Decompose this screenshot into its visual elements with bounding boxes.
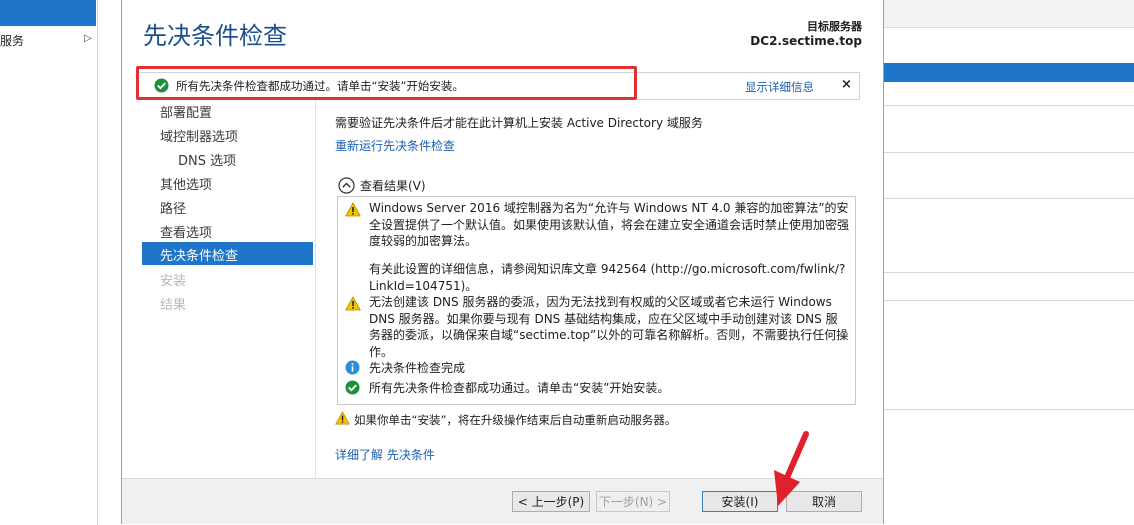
nav-item-dc-options[interactable]: 域控制器选项 (160, 126, 238, 145)
divider (882, 272, 1134, 273)
target-server-label: 目标服务器 (807, 20, 862, 33)
close-icon[interactable]: × (841, 77, 852, 92)
success-icon (345, 380, 360, 398)
nav-item-label: 先决条件检查 (160, 249, 239, 264)
right-pane-selected-band[interactable] (882, 63, 1134, 82)
annotation-highlight-box (136, 66, 637, 100)
nav-item-review-options[interactable]: 查看选项 (160, 222, 212, 241)
left-pane-selected-item[interactable] (0, 0, 96, 26)
result-message: 所有先决条件检查都成功通过。请单击“安装”开始安装。 (369, 381, 670, 395)
nav-item-results: 结果 (160, 298, 187, 313)
nav-item-additional-options[interactable]: 其他选项 (160, 174, 212, 193)
divider (882, 409, 1134, 410)
restart-warning-text: 如果你单击“安装”，将在升级操作结束后自动重新启动服务器。 (354, 413, 677, 427)
show-details-link[interactable]: 显示详细信息 (745, 79, 814, 95)
nav-item-deployment-config[interactable]: 部署配置 (160, 102, 212, 121)
previous-button[interactable]: < 上一步(P) (512, 491, 590, 512)
warning-icon (345, 296, 361, 314)
info-icon (345, 360, 360, 378)
nav-item-prerequisites-check[interactable]: 先决条件检查 (142, 242, 313, 265)
annotation-arrow-icon (774, 431, 809, 506)
divider (882, 152, 1134, 153)
nav-divider (315, 100, 316, 478)
divider (882, 198, 1134, 199)
nav-item-paths[interactable]: 路径 (160, 198, 186, 217)
result-message: 先决条件检查完成 (369, 361, 466, 375)
chevron-right-icon: ▷ (84, 33, 92, 44)
intro-text: 需要验证先决条件后才能在此计算机上安装 Active Directory 域服务 (335, 116, 703, 130)
nav-item-installation: 安装 (160, 274, 187, 289)
results-list: Windows Server 2016 域控制器为名为“允许与 Windows … (337, 196, 856, 405)
learn-more-link[interactable]: 详细了解 先决条件 (335, 446, 435, 463)
result-message: 有关此设置的详细信息，请参阅知识库文章 942564 (http://go.mi… (369, 262, 846, 293)
left-pane-services-label: 服务 (0, 34, 25, 48)
server-manager-left-pane: 服务 ▷ (0, 0, 98, 525)
divider (882, 105, 1134, 106)
server-manager-right-pane (882, 0, 1134, 525)
nav-item-dns-options[interactable]: DNS 选项 (178, 150, 236, 169)
view-results-label[interactable]: 查看结果(V) (360, 177, 426, 194)
next-button: 下一步(N) > (596, 491, 670, 512)
page-title: 先决条件检查 (143, 22, 287, 50)
result-message: Windows Server 2016 域控制器为名为“允许与 Windows … (369, 201, 850, 248)
divider (882, 300, 1134, 301)
collapse-chevron-icon[interactable] (338, 177, 355, 197)
left-pane-services-item[interactable]: 服务 ▷ (0, 32, 96, 50)
warning-icon (345, 202, 361, 220)
rerun-prerequisites-link[interactable]: 重新运行先决条件检查 (335, 137, 455, 154)
warning-icon (335, 411, 350, 428)
target-server-name: DC2.sectime.top (750, 34, 862, 48)
result-message: 无法创建该 DNS 服务器的委派，因为无法找到有权威的父区域或者它未运行 Win… (369, 295, 849, 359)
right-pane-header (882, 0, 1134, 28)
